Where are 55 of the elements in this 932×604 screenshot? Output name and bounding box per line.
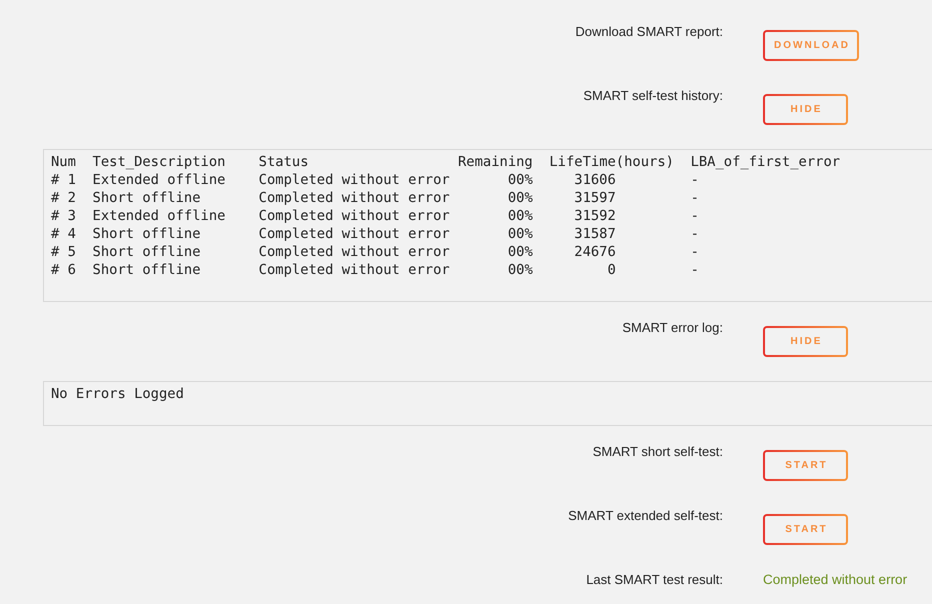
table-cell-text: 00% [508, 243, 534, 261]
table-cell: Extended offline [92, 207, 226, 225]
table-cell: Short offline [92, 243, 201, 261]
table-cell: - [690, 171, 699, 189]
column-header: Remaining [458, 153, 534, 171]
table-cell: Completed without error [258, 243, 450, 261]
table-cell: Short offline [92, 225, 201, 243]
table-cell: Completed without error [258, 261, 450, 279]
table-cell: - [690, 207, 699, 225]
table-cell: Short offline [92, 189, 201, 207]
table-cell-text: 31597 [574, 189, 617, 207]
table-cell-text: 31587 [574, 225, 617, 243]
table-cell: - [690, 225, 699, 243]
table-cell: Completed without error [258, 225, 450, 243]
table-cell-text: 31606 [574, 171, 617, 189]
table-cell: - [690, 189, 699, 207]
action-button[interactable]: HIDE [763, 326, 848, 357]
table-cell: Short offline [92, 261, 201, 279]
table-cell: # 5 [51, 243, 76, 261]
table-cell: # 6 [51, 261, 76, 279]
field-label: Download SMART report: [575, 24, 723, 40]
column-header: LifeTime(hours) [549, 153, 674, 171]
field-label: SMART self-test history: [583, 88, 723, 104]
column-header: Num [51, 153, 76, 171]
table-cell: # 3 [51, 207, 76, 225]
column-header: Test_Description [92, 153, 226, 171]
table-cell-text: 00% [508, 189, 534, 207]
table-cell-text: 0 [608, 261, 617, 279]
table-cell: # 1 [51, 171, 76, 189]
table-cell: Completed without error [258, 189, 450, 207]
table-cell-text: 00% [508, 171, 534, 189]
table-cell: - [690, 243, 699, 261]
table-cell: - [690, 261, 699, 279]
action-button[interactable]: START [763, 514, 848, 545]
log-message: No Errors Logged [51, 385, 184, 403]
table-cell-text: 00% [508, 225, 534, 243]
table-cell: # 4 [51, 225, 76, 243]
table-cell: Extended offline [92, 171, 226, 189]
column-header: Status [258, 153, 308, 171]
field-label: SMART extended self-test: [568, 508, 723, 524]
result-value: Completed without error [763, 572, 908, 588]
table-cell-text: 24676 [574, 243, 617, 261]
table-cell-text: 00% [508, 261, 534, 279]
table-cell: Completed without error [258, 171, 450, 189]
field-label: SMART short self-test: [592, 444, 723, 460]
field-label: Last SMART test result: [586, 572, 723, 588]
table-cell-text: 31592 [574, 207, 617, 225]
action-button[interactable]: HIDE [763, 94, 848, 125]
column-header: LBA_of_first_error [690, 153, 840, 171]
table-cell: Completed without error [258, 207, 450, 225]
action-button[interactable]: DOWNLOAD [763, 30, 859, 61]
table-cell-text: 00% [508, 207, 534, 225]
action-button[interactable]: START [763, 450, 848, 481]
table-cell: # 2 [51, 189, 76, 207]
field-label: SMART error log: [622, 320, 723, 336]
